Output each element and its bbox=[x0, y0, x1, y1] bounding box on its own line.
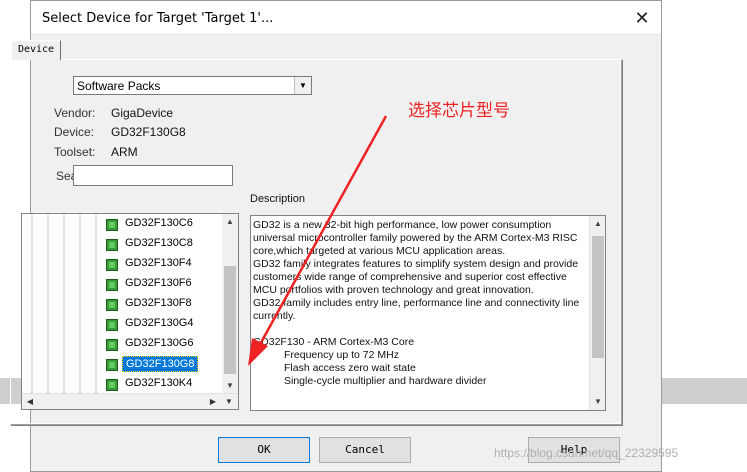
description-label: Description bbox=[250, 193, 306, 205]
scroll-down-icon[interactable]: ▼ bbox=[222, 378, 238, 394]
device-tree: GD32F130C6 GD32F130C8 GD32F130F4 GD32F130F6… bbox=[21, 213, 239, 410]
description-line: currently. bbox=[253, 310, 296, 322]
description-line: Single-cycle multiplier and hardware div… bbox=[284, 375, 487, 387]
description-line bbox=[253, 323, 588, 336]
description-line: GD32F130 - ARM Cortex-M3 Core bbox=[253, 336, 415, 348]
chip-icon bbox=[106, 239, 118, 251]
chip-icon bbox=[106, 299, 118, 311]
chip-icon bbox=[106, 219, 118, 231]
device-database-select[interactable]: Software Packs ▼ bbox=[73, 76, 312, 95]
description-box: GD32 is a new 32-bit high performance, l… bbox=[250, 215, 606, 411]
ok-button[interactable]: OK bbox=[218, 437, 310, 463]
dialog-titlebar: Select Device for Target 'Target 1'... ✕ bbox=[31, 1, 661, 35]
chip-icon bbox=[106, 279, 118, 291]
device-list-item[interactable]: GD32F130G4 bbox=[122, 316, 196, 330]
device-list-vscroll[interactable]: ▲ ▼ bbox=[222, 214, 238, 394]
cancel-button[interactable]: Cancel bbox=[319, 437, 411, 463]
scroll-up-icon[interactable]: ▲ bbox=[222, 214, 238, 230]
device-list-item[interactable]: GD32F130C8 bbox=[122, 236, 196, 250]
device-list-item[interactable]: GD32F130F8 bbox=[122, 296, 195, 310]
tab-device[interactable]: Device bbox=[11, 40, 61, 60]
chip-icon bbox=[106, 379, 118, 391]
scroll-left-icon[interactable]: ◀ bbox=[22, 394, 38, 409]
description-line: Frequency up to 72 MHz bbox=[284, 349, 399, 361]
device-list-item[interactable]: GD32F130K4 bbox=[122, 376, 195, 390]
dialog-title: Select Device for Target 'Target 1'... bbox=[42, 11, 274, 26]
watermark: https://blog.csdn.net/qq_22329595 bbox=[494, 446, 679, 460]
chip-icon bbox=[106, 319, 118, 331]
device-list-item[interactable]: GD32F130F4 bbox=[122, 256, 195, 270]
toolset-label: Toolset: bbox=[54, 145, 96, 159]
device-list-item[interactable]: GD32F130G8 bbox=[122, 356, 199, 372]
description-line: GD32 family integrates features to simpl… bbox=[253, 258, 579, 270]
description-line: GD32 is a new 32-bit high performance, l… bbox=[253, 219, 552, 231]
device-list-item[interactable]: GD32F130C6 bbox=[122, 216, 196, 230]
device-list-hscroll[interactable]: ◀ ▶ ▼ bbox=[22, 393, 238, 409]
scroll-thumb[interactable] bbox=[224, 266, 236, 374]
vendor-label: Vendor: bbox=[54, 106, 96, 120]
device-list-item[interactable]: GD32F130F6 bbox=[122, 276, 195, 290]
annotation-text: 选择芯片型号 bbox=[408, 101, 510, 121]
description-line: Flash access zero wait state bbox=[284, 362, 416, 374]
device-label: Device: bbox=[54, 125, 95, 139]
description-scrollbar[interactable]: ▲ ▼ bbox=[589, 216, 605, 410]
description-line: customers wide range of comprehensive an… bbox=[253, 271, 567, 283]
chip-icon bbox=[106, 259, 118, 271]
vendor-value: GigaDevice bbox=[111, 106, 174, 120]
device-database-value: Software Packs bbox=[77, 79, 161, 93]
description-line: GD32 family includes entry line, perform… bbox=[253, 297, 580, 309]
scroll-down-icon[interactable]: ▼ bbox=[590, 394, 605, 410]
chevron-down-icon[interactable]: ▼ bbox=[294, 77, 311, 94]
description-line: core,which targeted at various MCU appli… bbox=[253, 245, 506, 257]
search-input[interactable] bbox=[73, 165, 233, 186]
description-line: universal microcontroller family powered… bbox=[253, 232, 578, 244]
description-line: MCU portfolios with proven technology an… bbox=[253, 284, 534, 296]
scroll-up-icon[interactable]: ▲ bbox=[590, 216, 605, 232]
scroll-right-icon[interactable]: ▶ bbox=[205, 394, 221, 409]
close-button[interactable]: ✕ bbox=[627, 3, 657, 33]
scroll-down-icon[interactable]: ▼ bbox=[221, 394, 237, 409]
chip-icon bbox=[106, 359, 118, 371]
description-text: GD32 is a new 32-bit high performance, l… bbox=[253, 219, 588, 388]
device-value: GD32F130G8 bbox=[111, 125, 186, 139]
device-list-item[interactable]: GD32F130G6 bbox=[122, 336, 196, 350]
toolset-value: ARM bbox=[111, 145, 138, 159]
scroll-thumb[interactable] bbox=[592, 236, 604, 358]
chip-icon bbox=[106, 339, 118, 351]
